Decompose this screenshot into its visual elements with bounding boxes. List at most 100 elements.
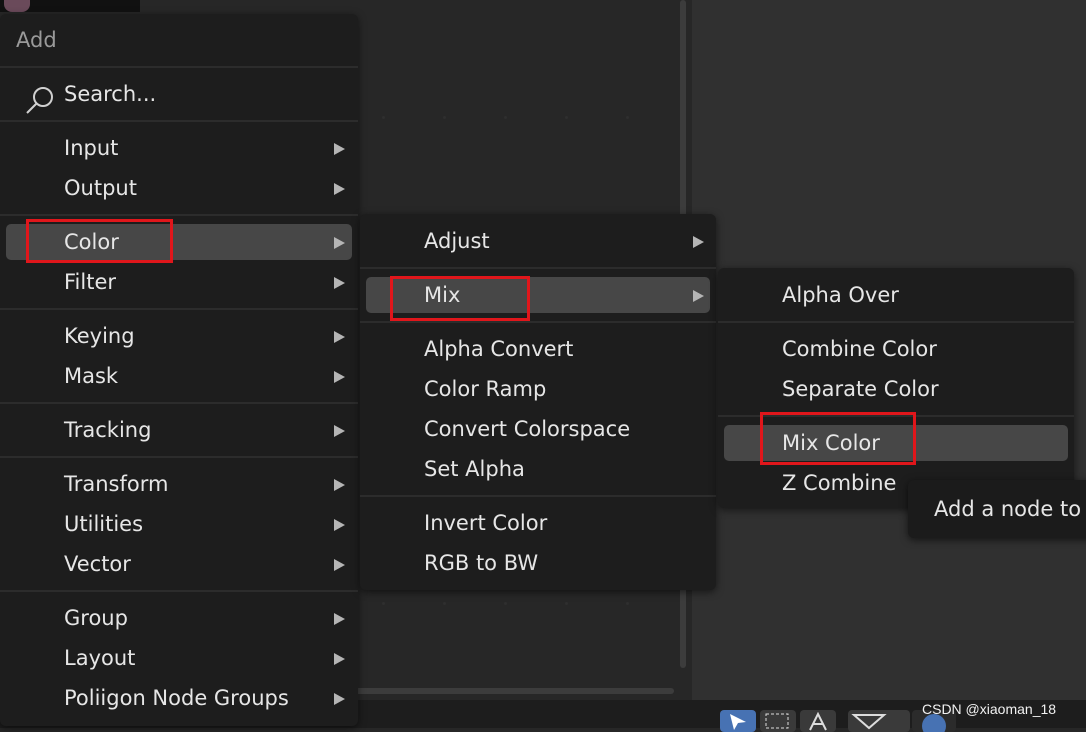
menu-item-label: Mix xyxy=(424,283,461,307)
grid-dot xyxy=(626,116,629,119)
menu-item-group[interactable]: Group xyxy=(6,600,352,636)
lasso-tool-button[interactable] xyxy=(848,710,910,732)
menu-item-label: Filter xyxy=(64,270,117,294)
menu-item-label: Group xyxy=(64,606,128,630)
menu-item-label: Alpha Convert xyxy=(424,337,574,361)
menu-item-label: RGB to BW xyxy=(424,551,539,575)
menu-item-set-alpha[interactable]: Set Alpha xyxy=(366,451,710,487)
mix-submenu: Alpha Over Combine Color Separate Color … xyxy=(718,268,1074,508)
add-menu: Add Search... Input Output Color Filter … xyxy=(0,14,358,726)
menu-item-rgb-to-bw[interactable]: RGB to BW xyxy=(366,545,710,581)
submenu-arrow-icon xyxy=(693,290,704,302)
tooltip: Add a node to xyxy=(908,480,1086,538)
menu-item-label: Keying xyxy=(64,324,135,348)
grid-dot xyxy=(443,116,446,119)
annotate-icon xyxy=(809,711,827,731)
grid-dot xyxy=(565,602,568,605)
submenu-arrow-icon xyxy=(334,237,345,249)
select-tool-button[interactable] xyxy=(720,710,756,732)
menu-item-poliigon-node-groups[interactable]: Poliigon Node Groups xyxy=(6,680,352,716)
menu-item-label: Vector xyxy=(64,552,131,576)
menu-item-label: Output xyxy=(64,176,137,200)
submenu-arrow-icon xyxy=(334,653,345,665)
submenu-arrow-icon xyxy=(334,693,345,705)
annotate-tool-button[interactable] xyxy=(800,710,836,732)
menu-separator xyxy=(0,120,358,122)
menu-item-color-ramp[interactable]: Color Ramp xyxy=(366,371,710,407)
menu-separator xyxy=(718,321,1074,323)
image-thumbnail xyxy=(0,0,140,12)
submenu-arrow-icon xyxy=(334,143,345,155)
menu-item-separate-color[interactable]: Separate Color xyxy=(724,371,1068,407)
menu-item-mask[interactable]: Mask xyxy=(6,358,352,394)
lasso-icon xyxy=(851,714,887,730)
menu-item-label: Alpha Over xyxy=(782,283,899,307)
submenu-arrow-icon xyxy=(334,277,345,289)
menu-item-label: Color xyxy=(64,230,119,254)
menu-item-alpha-convert[interactable]: Alpha Convert xyxy=(366,331,710,367)
menu-item-output[interactable]: Output xyxy=(6,170,352,206)
color-submenu: Adjust Mix Alpha Convert Color Ramp Conv… xyxy=(360,214,716,590)
search-field[interactable]: Search... xyxy=(6,76,352,114)
menu-item-label: Combine Color xyxy=(782,337,937,361)
menu-item-layout[interactable]: Layout xyxy=(6,640,352,676)
menu-item-keying[interactable]: Keying xyxy=(6,318,352,354)
menu-item-label: Mix Color xyxy=(782,431,880,455)
menu-item-color[interactable]: Color xyxy=(6,224,352,260)
grid-dot xyxy=(443,602,446,605)
menu-item-label: Input xyxy=(64,136,119,160)
menu-item-utilities[interactable]: Utilities xyxy=(6,506,352,542)
watermark-text: CSDN @xiaoman_18 xyxy=(922,701,1057,717)
grid-dot xyxy=(504,602,507,605)
submenu-arrow-icon xyxy=(334,613,345,625)
menu-separator xyxy=(0,590,358,592)
menu-item-vector[interactable]: Vector xyxy=(6,546,352,582)
menu-item-filter[interactable]: Filter xyxy=(6,264,352,300)
menu-item-label: Tracking xyxy=(64,418,152,442)
menu-item-label: Layout xyxy=(64,646,136,670)
menu-item-combine-color[interactable]: Combine Color xyxy=(724,331,1068,367)
search-placeholder: Search... xyxy=(64,82,157,106)
menu-item-invert-color[interactable]: Invert Color xyxy=(366,505,710,541)
menu-item-label: Adjust xyxy=(424,229,490,253)
submenu-arrow-icon xyxy=(693,236,704,248)
menu-item-transform[interactable]: Transform xyxy=(6,466,352,502)
grid-dot xyxy=(382,602,385,605)
menu-item-alpha-over[interactable]: Alpha Over xyxy=(724,277,1068,313)
menu-item-label: Separate Color xyxy=(782,377,939,401)
menu-item-label: Invert Color xyxy=(424,511,548,535)
menu-item-adjust[interactable]: Adjust xyxy=(366,223,710,259)
grid-dot xyxy=(565,116,568,119)
menu-separator xyxy=(0,66,358,68)
menu-item-label: Utilities xyxy=(64,512,144,536)
menu-item-input[interactable]: Input xyxy=(6,130,352,166)
grid-dot xyxy=(504,116,507,119)
submenu-arrow-icon xyxy=(334,371,345,383)
menu-separator xyxy=(0,456,358,458)
menu-item-tracking[interactable]: Tracking xyxy=(6,412,352,448)
submenu-arrow-icon xyxy=(334,183,345,195)
submenu-arrow-icon xyxy=(334,425,345,437)
cursor-arrow-icon xyxy=(730,714,746,730)
submenu-arrow-icon xyxy=(334,559,345,571)
menu-separator xyxy=(718,415,1074,417)
menu-item-label: Poliigon Node Groups xyxy=(64,686,289,710)
menu-separator xyxy=(360,267,716,269)
grid-dot xyxy=(382,116,385,119)
grid-dot xyxy=(626,602,629,605)
submenu-arrow-icon xyxy=(334,331,345,343)
menu-item-label: Z Combine xyxy=(782,471,897,495)
menu-item-label: Convert Colorspace xyxy=(424,417,631,441)
menu-item-convert-colorspace[interactable]: Convert Colorspace xyxy=(366,411,710,447)
menu-item-label: Transform xyxy=(64,472,169,496)
menu-separator xyxy=(0,308,358,310)
menu-separator xyxy=(360,495,716,497)
menu-item-label: Mask xyxy=(64,364,119,388)
menu-item-label: Set Alpha xyxy=(424,457,525,481)
menu-separator xyxy=(0,214,358,216)
menu-item-mix-color[interactable]: Mix Color xyxy=(724,425,1068,461)
menu-title: Add xyxy=(16,28,57,52)
menu-item-mix[interactable]: Mix xyxy=(366,277,710,313)
box-select-icon xyxy=(765,713,789,729)
box-select-tool-button[interactable] xyxy=(760,710,796,732)
